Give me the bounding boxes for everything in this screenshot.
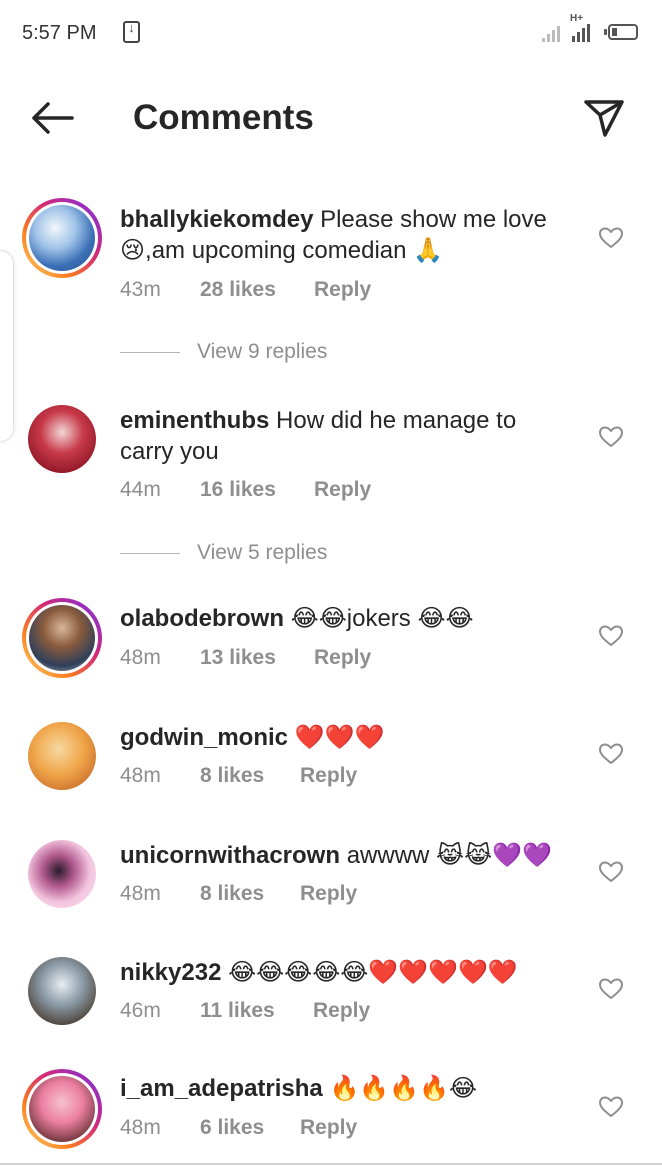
heart-outline-icon[interactable] — [598, 624, 624, 648]
reply-button[interactable]: Reply — [314, 478, 371, 502]
comment-body: 😂😂😂😂😂❤️❤️❤️❤️❤️ — [228, 959, 518, 986]
comment-text: olabodebrown 😂😂jokers 😂😂 — [120, 603, 570, 634]
avatar[interactable] — [28, 840, 96, 908]
heart-outline-icon[interactable] — [598, 1095, 624, 1119]
comment-likes[interactable]: 8 likes — [200, 764, 300, 788]
comment-username[interactable]: i_am_adepatrisha — [120, 1075, 323, 1102]
header: Comments — [0, 78, 662, 158]
comment-time: 43m — [120, 278, 161, 301]
comment-username[interactable]: godwin_monic — [120, 724, 288, 751]
reply-button[interactable]: Reply — [314, 278, 371, 302]
heart-outline-icon[interactable] — [598, 742, 624, 766]
avatar-story-ring[interactable] — [22, 598, 102, 678]
avatar[interactable] — [28, 405, 96, 473]
back-button[interactable] — [26, 96, 78, 140]
comment-text: unicornwithacrown awwww 😹😹💜💜 — [120, 840, 570, 871]
comment-meta: 48m 6 likes Reply — [120, 1116, 357, 1140]
status-bar: 5:57 PM H+ — [0, 0, 662, 66]
comment-likes[interactable]: 16 likes — [200, 478, 314, 502]
comment-time: 44m — [120, 478, 161, 501]
page-title: Comments — [133, 98, 314, 137]
view-replies-button[interactable]: View 5 replies — [120, 541, 327, 565]
comment-meta: 48m 8 likes Reply — [120, 882, 357, 906]
comment-likes[interactable]: 28 likes — [200, 278, 314, 302]
comment-likes[interactable]: 11 likes — [200, 999, 313, 1023]
comment-meta: 44m 16 likes Reply — [120, 478, 371, 502]
avatar — [29, 1076, 95, 1142]
comment-time: 48m — [120, 646, 161, 669]
comment-meta: 48m 13 likes Reply — [120, 646, 371, 670]
divider-line — [120, 351, 180, 353]
comment-time: 48m — [120, 882, 161, 905]
comment-username[interactable]: olabodebrown — [120, 605, 284, 632]
reply-button[interactable]: Reply — [314, 646, 371, 670]
signal-icon — [542, 18, 560, 42]
comment-meta: 43m 28 likes Reply — [120, 278, 371, 302]
comment-username[interactable]: nikky232 — [120, 959, 221, 986]
comment-body: awwww 😹😹💜💜 — [346, 842, 552, 869]
avatar-story-ring[interactable] — [22, 1069, 102, 1149]
comment-body: 🔥🔥🔥🔥😂 — [329, 1075, 478, 1102]
reply-button[interactable]: Reply — [300, 1116, 357, 1140]
reply-button[interactable]: Reply — [313, 999, 370, 1023]
avatar[interactable] — [28, 722, 96, 790]
comment-text: eminenthubs How did he manage to carry y… — [120, 405, 570, 467]
comment-username[interactable]: bhallykiekomdey — [120, 206, 313, 233]
bottom-divider — [0, 1163, 662, 1165]
comment-time: 48m — [120, 764, 161, 787]
comment-username[interactable]: eminenthubs — [120, 407, 269, 434]
avatar[interactable] — [28, 957, 96, 1025]
comment-text: godwin_monic ❤️❤️❤️ — [120, 722, 570, 753]
comment-time: 48m — [120, 1116, 161, 1139]
signal-icon-2 — [572, 18, 590, 42]
avatar-story-ring[interactable] — [22, 198, 102, 278]
comment-meta: 46m 11 likes Reply — [120, 999, 370, 1023]
reply-button[interactable]: Reply — [300, 882, 357, 906]
comment-body: ❤️❤️❤️ — [294, 724, 385, 751]
comment-time: 46m — [120, 999, 161, 1022]
comment-body: 😂😂jokers 😂😂 — [290, 605, 474, 632]
heart-outline-icon[interactable] — [598, 226, 624, 250]
view-replies-button[interactable]: View 9 replies — [120, 340, 327, 364]
comment-meta: 48m 8 likes Reply — [120, 764, 357, 788]
view-replies-label: View 5 replies — [197, 541, 328, 564]
divider-line — [120, 552, 180, 554]
avatar — [29, 205, 95, 271]
comment-likes[interactable]: 6 likes — [200, 1116, 300, 1140]
comment-text: nikky232 😂😂😂😂😂❤️❤️❤️❤️❤️ — [120, 957, 570, 988]
comment-likes[interactable]: 8 likes — [200, 882, 300, 906]
side-edge-tab[interactable] — [0, 250, 14, 442]
arrow-left-icon — [32, 102, 74, 134]
status-time: 5:57 PM — [22, 22, 97, 44]
comment-text: i_am_adepatrisha 🔥🔥🔥🔥😂 — [120, 1073, 570, 1104]
share-button[interactable] — [578, 96, 628, 140]
reply-button[interactable]: Reply — [300, 764, 357, 788]
comment-text: bhallykiekomdey Please show me love 😢,am… — [120, 204, 570, 266]
heart-outline-icon[interactable] — [598, 977, 624, 1001]
heart-outline-icon[interactable] — [598, 425, 624, 449]
paper-plane-icon — [584, 100, 624, 137]
comment-username[interactable]: unicornwithacrown — [120, 842, 340, 869]
battery-icon — [604, 24, 638, 40]
download-icon — [123, 20, 140, 43]
heart-outline-icon[interactable] — [598, 860, 624, 884]
comment-likes[interactable]: 13 likes — [200, 646, 314, 670]
avatar — [29, 605, 95, 671]
view-replies-label: View 9 replies — [197, 340, 328, 363]
